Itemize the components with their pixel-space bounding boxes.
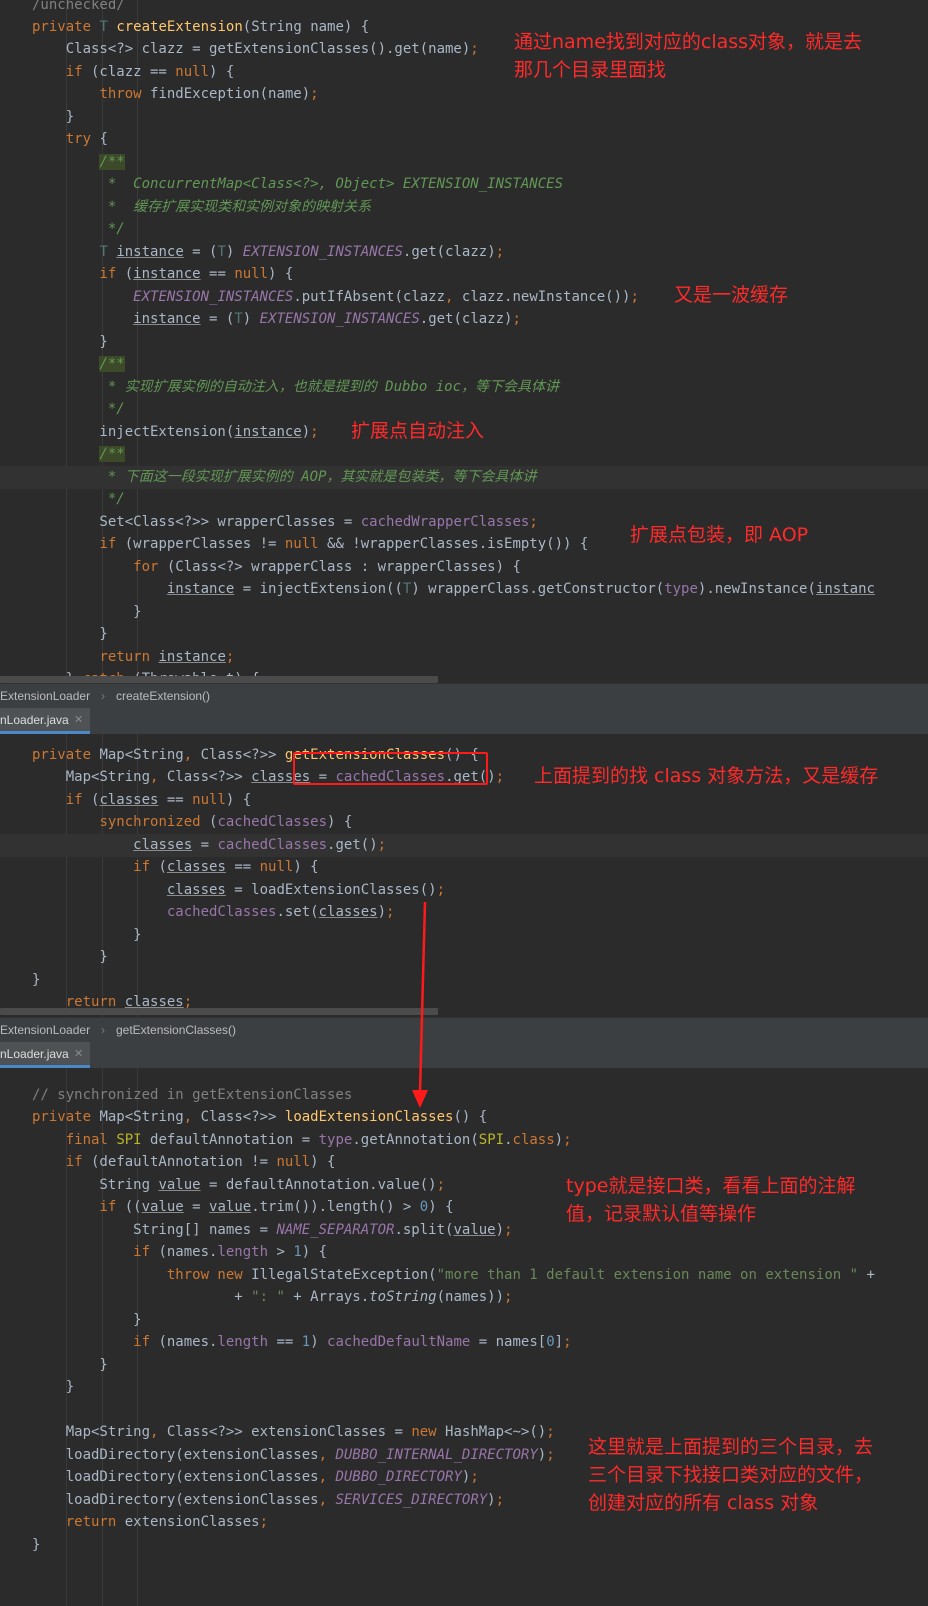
arrow-down-icon <box>412 901 428 1108</box>
